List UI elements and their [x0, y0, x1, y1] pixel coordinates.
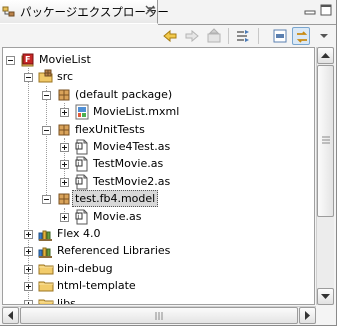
tree-item[interactable]: i TestMovie2.as — [3, 173, 314, 190]
expand-toggle-icon[interactable] — [60, 107, 69, 118]
chevron-up-icon — [321, 53, 330, 58]
expand-toggle-icon[interactable] — [60, 142, 69, 152]
expand-toggle-icon[interactable] — [60, 177, 69, 187]
collapse-toggle-icon[interactable] — [24, 72, 33, 83]
tree-item-label: src — [57, 70, 74, 84]
horizontal-scrollbar[interactable] — [2, 306, 316, 324]
as-file-icon: i — [74, 209, 90, 225]
tree-item-label: bin-debug — [57, 261, 113, 275]
tree-item[interactable]: bin-debug — [3, 260, 314, 277]
view-tab[interactable]: パッケージエクスプローラー — [0, 0, 169, 24]
tree-item-label: test.fb4.model — [72, 190, 159, 208]
svg-text:F: F — [25, 55, 30, 64]
folder-icon — [38, 278, 54, 294]
view-menu-button[interactable] — [315, 27, 333, 45]
chevron-down-icon — [321, 294, 330, 299]
package-icon — [56, 191, 72, 207]
tree-item[interactable]: i TestMovie.as — [3, 155, 314, 172]
chevron-left-icon — [8, 311, 13, 320]
tree-item-label: html-template — [57, 279, 136, 293]
collapse-toggle-icon[interactable] — [42, 194, 51, 205]
expand-toggle-icon[interactable] — [24, 299, 33, 304]
tree-item[interactable]: Referenced Libraries — [3, 242, 314, 259]
expand-toggle-icon[interactable] — [60, 212, 69, 222]
vertical-scroll-thumb[interactable] — [317, 65, 334, 217]
library-icon — [38, 243, 54, 259]
scroll-right-button[interactable] — [299, 307, 316, 324]
tree-item-label: Movie.as — [93, 209, 142, 223]
scroll-up-button[interactable] — [317, 47, 334, 64]
tree-item-label: MovieList.mxml — [93, 105, 180, 119]
expand-toggle-icon[interactable] — [24, 281, 33, 292]
tree-item[interactable]: test.fb4.model — [3, 190, 314, 208]
tree-item-label: libs — [57, 296, 76, 305]
tree-item-label: Flex 4.0 — [57, 227, 101, 240]
horizontal-scroll-thumb[interactable] — [20, 307, 298, 324]
tree-item[interactable]: i Movie.as — [3, 208, 314, 225]
mxml-file-icon — [74, 104, 90, 120]
folder-icon — [38, 261, 54, 277]
folder-icon — [38, 296, 54, 304]
collapse-all-button[interactable] — [234, 27, 252, 45]
tree-item[interactable]: src — [3, 68, 314, 85]
tree-item[interactable]: libs — [3, 295, 314, 305]
package-tree[interactable]: F MovieList src (default package) MovieList.… — [2, 47, 315, 305]
minimize-icon[interactable] — [304, 5, 316, 17]
expand-toggle-icon[interactable] — [24, 229, 33, 239]
package-explorer-view: パッケージエクスプローラー F MovieList src (default p… — [0, 0, 337, 326]
back-button[interactable] — [161, 27, 179, 45]
close-icon[interactable] — [144, 4, 156, 16]
tree-item[interactable]: html-template — [3, 277, 314, 294]
up-button[interactable] — [205, 27, 223, 45]
tree-item[interactable]: Flex 4.0 — [3, 225, 314, 242]
as-file-icon: i — [74, 174, 90, 190]
tree-item-label: Movie4Test.as — [93, 140, 171, 153]
view-tab-bar: パッケージエクスプローラー — [0, 0, 336, 25]
expand-toggle-icon[interactable] — [60, 159, 69, 170]
library-icon — [38, 226, 54, 242]
collapse-toggle-icon[interactable] — [6, 55, 15, 65]
source-folder-icon — [38, 69, 54, 85]
tree-item[interactable]: i Movie4Test.as — [3, 138, 314, 155]
focus-button[interactable] — [271, 27, 289, 45]
expand-toggle-icon[interactable] — [24, 246, 33, 257]
tree-item[interactable]: MovieList.mxml — [3, 103, 314, 120]
collapse-toggle-icon[interactable] — [42, 90, 51, 100]
scroll-down-button[interactable] — [317, 288, 334, 305]
tree-item-label: (default package) — [75, 87, 173, 101]
as-file-icon: i — [74, 156, 90, 172]
package-explorer-icon — [2, 5, 16, 19]
package-icon — [56, 87, 72, 103]
chevron-right-icon — [305, 311, 310, 320]
tree-item-label: MovieList — [39, 53, 91, 66]
tree-item[interactable]: flexUnitTests — [3, 121, 314, 138]
tree-item[interactable]: F MovieList — [3, 51, 314, 68]
tree-item-label: Referenced Libraries — [57, 244, 171, 258]
maximize-icon[interactable] — [320, 4, 332, 16]
view-toolbar — [0, 25, 336, 47]
collapse-toggle-icon[interactable] — [42, 125, 51, 135]
vertical-scrollbar[interactable] — [316, 47, 334, 305]
link-with-editor-button[interactable] — [292, 27, 310, 45]
flex-project-icon: F — [20, 52, 36, 68]
tree-item[interactable]: (default package) — [3, 86, 314, 103]
forward-button[interactable] — [183, 27, 201, 45]
tree-item-label: TestMovie.as — [93, 157, 164, 171]
tree-item-label: flexUnitTests — [75, 122, 145, 136]
expand-toggle-icon[interactable] — [24, 264, 33, 274]
tree-item-label: TestMovie2.as — [93, 174, 171, 188]
scroll-left-button[interactable] — [2, 307, 19, 324]
as-file-icon: i — [74, 139, 90, 155]
package-icon — [56, 122, 72, 138]
